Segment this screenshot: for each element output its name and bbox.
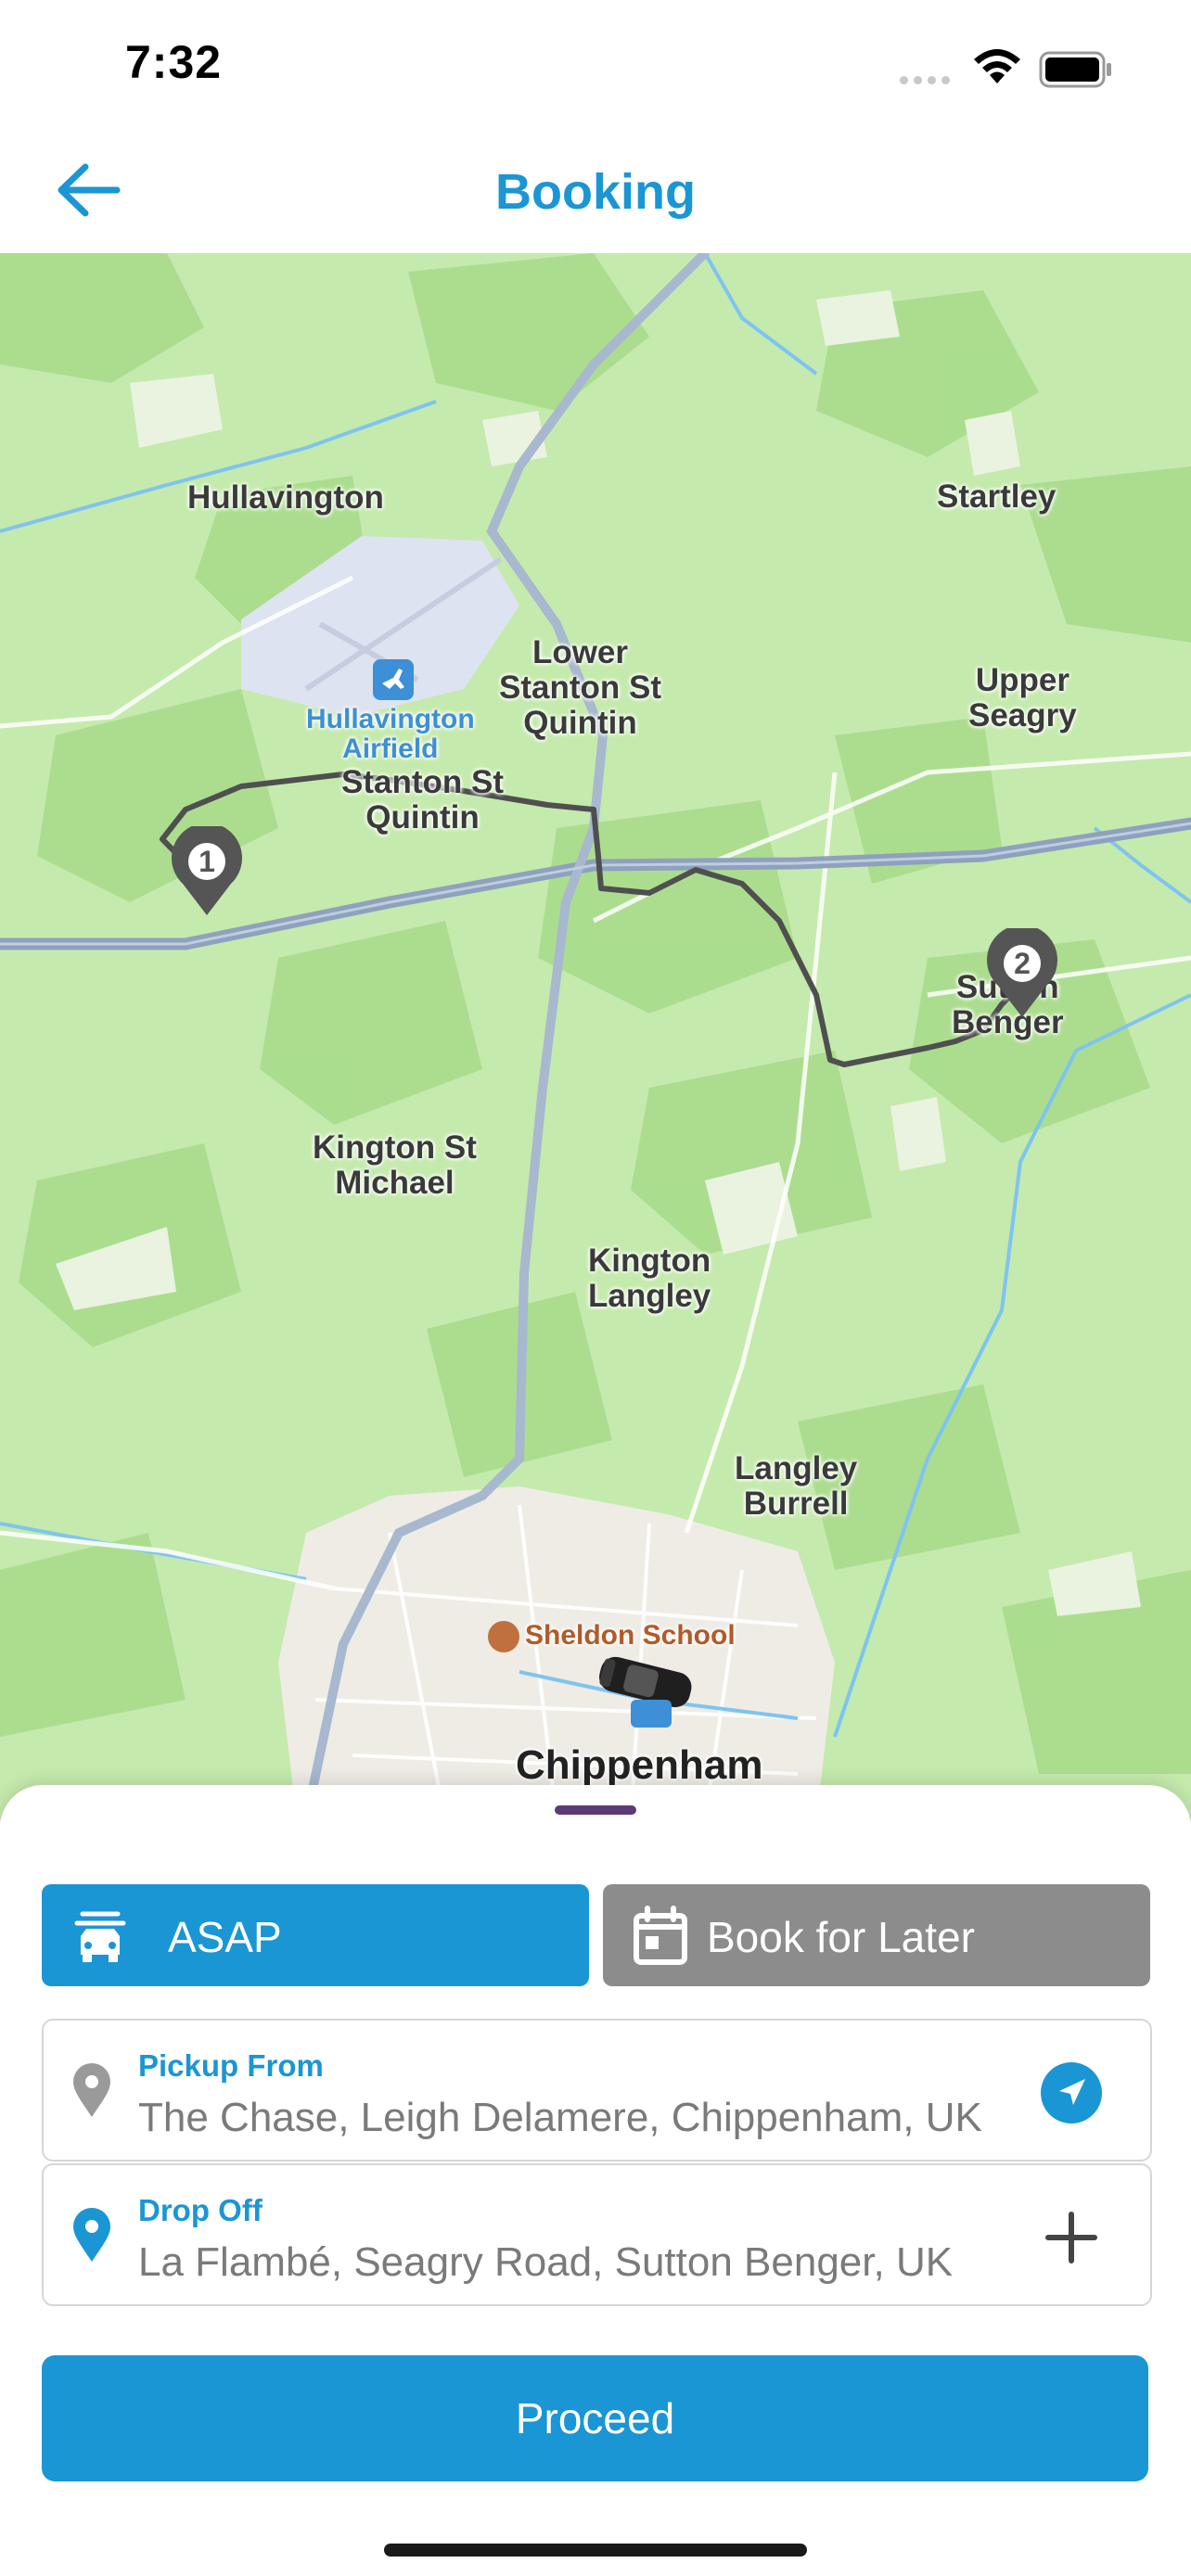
book-later-button[interactable]: Book for Later — [603, 1884, 1150, 1986]
calendar-icon — [634, 1906, 687, 1965]
cellular-signal-icon — [900, 72, 955, 89]
parking-icon — [631, 1700, 672, 1728]
place-label: Upper Seagry — [968, 663, 1077, 733]
place-label-line: Hullavington — [306, 704, 475, 734]
current-location-button[interactable] — [1041, 2062, 1102, 2123]
place-label-line: Michael — [335, 1165, 455, 1201]
place-label-line: Kington St — [313, 1129, 477, 1166]
place-label: Kington St Michael — [313, 1130, 477, 1201]
place-label: Langley Burrell — [735, 1451, 857, 1522]
place-label-line: Quintin — [365, 799, 480, 835]
place-label-line: Kington — [588, 1243, 711, 1279]
poi-label: Sheldon School — [488, 1618, 736, 1653]
route-map[interactable]: Hullavington Hullavington Airfield Lower… — [0, 253, 1191, 1820]
dropoff-label: Drop Off — [138, 2193, 263, 2227]
pickup-label: Pickup From — [138, 2048, 324, 2083]
book-later-label: Book for Later — [707, 1913, 975, 1961]
place-label-line: Seagry — [968, 697, 1077, 733]
place-label: Chippenham — [516, 1742, 763, 1788]
place-label-line: Stanton St — [341, 764, 504, 800]
pickup-marker[interactable]: 1 — [170, 826, 244, 919]
home-indicator — [384, 2544, 807, 2557]
asap-button[interactable]: ASAP — [42, 1884, 589, 1986]
place-label: Kington Langley — [588, 1243, 711, 1314]
dropoff-field[interactable]: Drop Off La Flambé, Seagry Road, Sutton … — [42, 2163, 1152, 2306]
add-stop-button[interactable] — [1041, 2207, 1102, 2268]
dropoff-marker-number: 2 — [1014, 947, 1031, 980]
airport-icon — [373, 659, 414, 700]
pickup-value[interactable]: The Chase, Leigh Delamere, Chippenham, U… — [138, 2095, 1029, 2141]
place-label-line: Airfield — [342, 733, 439, 764]
pickup-marker-number: 1 — [198, 845, 215, 878]
place-label-line: Stanton St — [499, 670, 661, 706]
dropoff-marker[interactable]: 2 — [985, 928, 1059, 1021]
location-pin-icon — [73, 2208, 110, 2262]
status-bar: 7:32 — [0, 0, 1191, 130]
car-front-icon — [74, 1911, 126, 1962]
place-label-line: Upper — [975, 662, 1069, 698]
battery-icon — [1039, 51, 1111, 88]
place-label: Hullavington Airfield — [306, 705, 475, 764]
proceed-button[interactable]: Proceed — [42, 2355, 1148, 2481]
asap-label: ASAP — [168, 1913, 282, 1961]
page-title: Booking — [495, 164, 696, 220]
sheet-grabber[interactable] — [555, 1805, 636, 1815]
place-label-line: Quintin — [523, 705, 637, 741]
place-label-line: Lower — [531, 634, 629, 670]
pickup-field[interactable]: Pickup From The Chase, Leigh Delamere, C… — [42, 2019, 1152, 2162]
navigation-bar: Booking — [0, 130, 1191, 253]
place-label-line: Langley — [588, 1278, 711, 1314]
dropoff-value[interactable]: La Flambé, Seagry Road, Sutton Benger, U… — [138, 2239, 1029, 2286]
booking-sheet: ASAP Book for Later Pickup From The Chas… — [0, 1785, 1191, 2576]
place-label: Hullavington — [187, 479, 384, 516]
status-time: 7:32 — [125, 36, 223, 88]
place-label-line: Burrell — [743, 1486, 849, 1522]
place-label-line: Langley — [735, 1450, 858, 1486]
plus-icon — [1045, 2212, 1097, 2264]
place-label: Startley — [937, 478, 1057, 515]
poi-label-text: Sheldon School — [525, 1620, 736, 1651]
wifi-icon — [974, 49, 1020, 83]
place-label: Lower Stanton St Quintin — [499, 635, 661, 741]
location-pin-icon — [73, 2063, 110, 2117]
place-label: Stanton St Quintin — [341, 765, 504, 835]
school-icon — [488, 1621, 519, 1653]
